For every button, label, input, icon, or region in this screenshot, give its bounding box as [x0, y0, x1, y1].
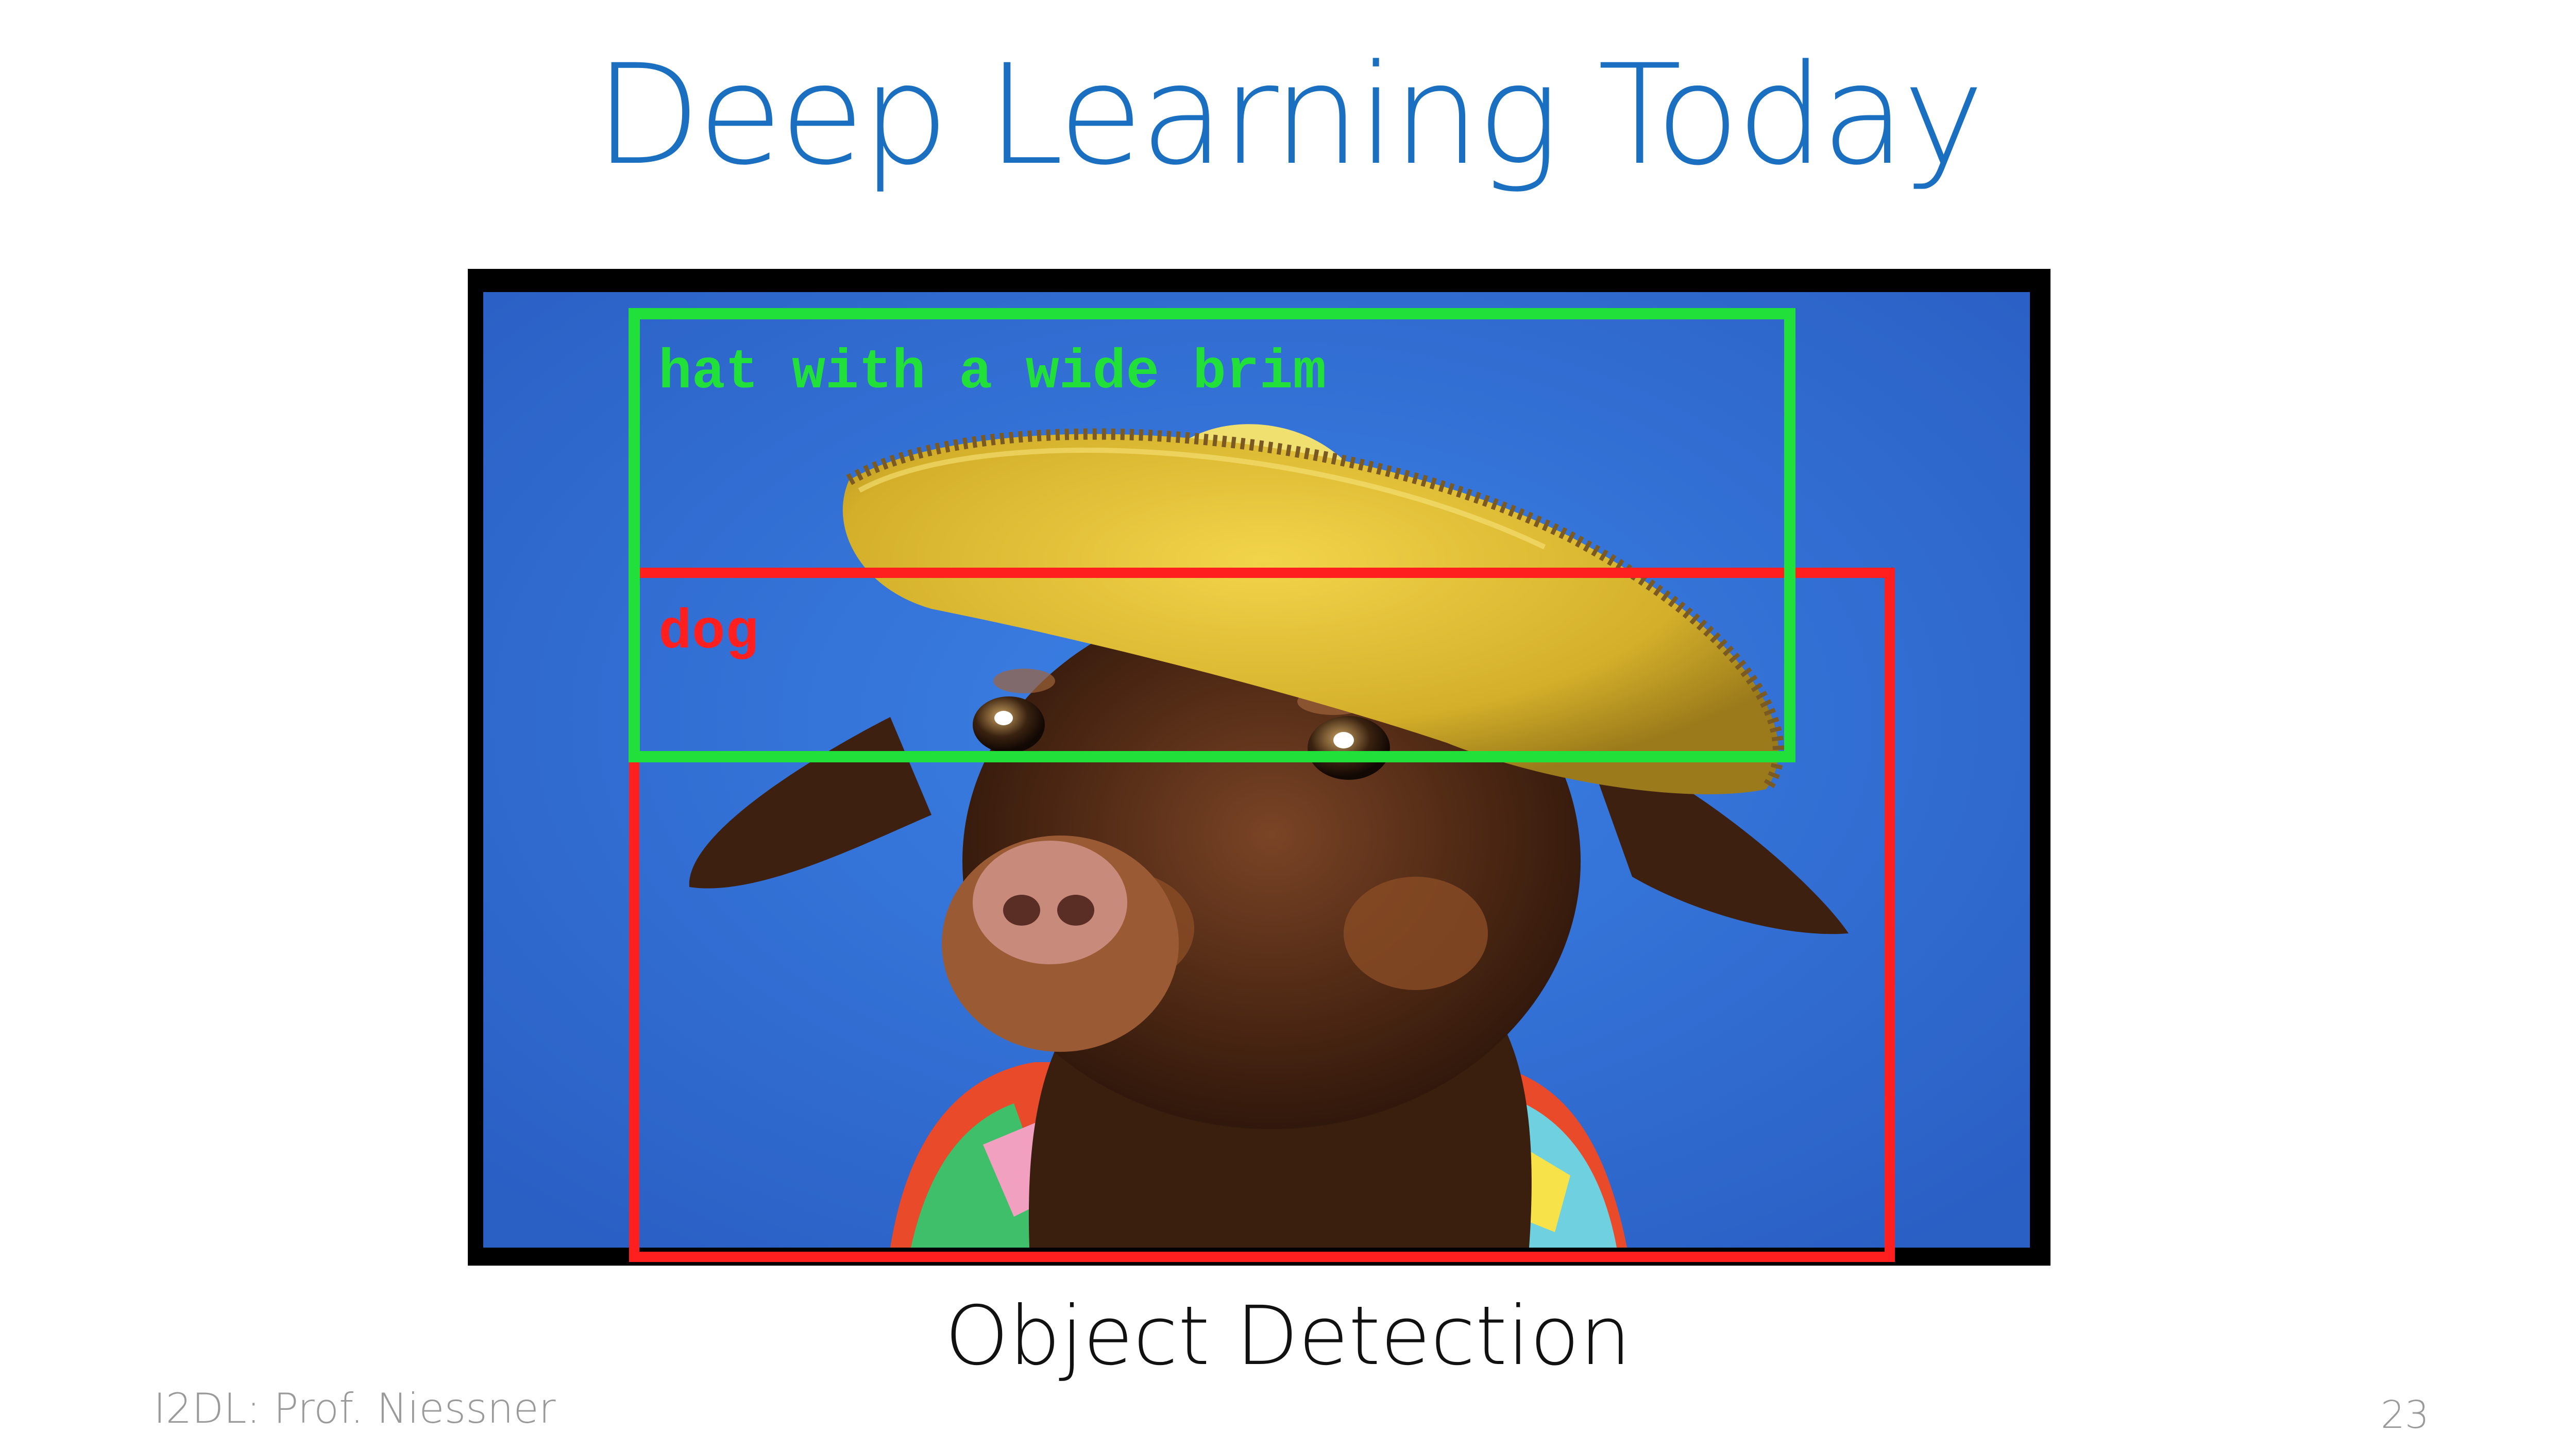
hat-label: hat with a wide brim — [658, 342, 1326, 404]
detection-image: dog hat with a wide brim — [468, 269, 2050, 1266]
figure-caption: Object Detection — [944, 1289, 1632, 1384]
page-number: 23 — [2380, 1393, 2429, 1437]
slide-title: Deep Learning Today — [595, 35, 1985, 196]
dog-label: dog — [658, 602, 758, 664]
footer-course-label: I2DL: Prof. Niessner — [154, 1385, 556, 1433]
detection-figure: dog hat with a wide brim — [468, 269, 2050, 1266]
